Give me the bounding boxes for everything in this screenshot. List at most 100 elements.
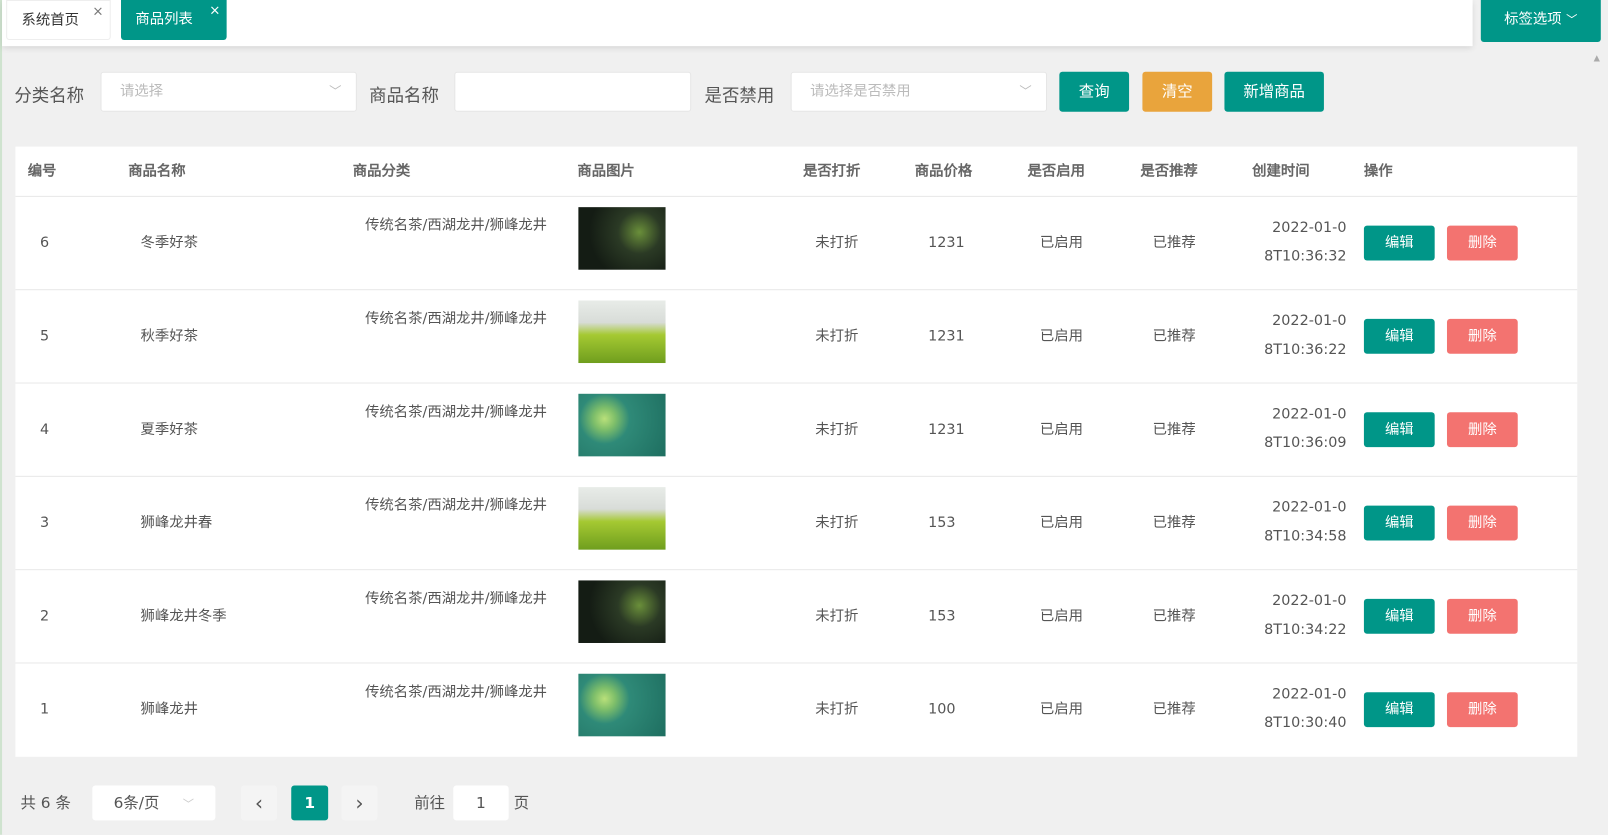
goto-suffix: 页 (513, 793, 530, 813)
created-line-2: 8T10:30:40 (1264, 714, 1347, 732)
cell-price: 153 (928, 514, 956, 532)
header-image: 商品图片 (577, 163, 635, 180)
prev-page-button[interactable]: ‹ (240, 785, 277, 821)
delete-button[interactable]: 删除 (1446, 412, 1518, 448)
tag-options-label: 标签选项 (1504, 11, 1562, 28)
cell-created: 2022-01-0 8T10:36:22 (1236, 307, 1347, 364)
header-actions: 操作 (1363, 163, 1393, 180)
product-image (578, 580, 666, 643)
tab-home[interactable]: 系统首页 × (6, 0, 111, 40)
tab-label: 商品列表 (135, 11, 193, 28)
cell-recommend: 已推荐 (1152, 608, 1196, 625)
query-button[interactable]: 查询 (1059, 71, 1130, 112)
cell-created: 2022-01-0 8T10:30:40 (1236, 680, 1347, 737)
table-row: 3 狮峰龙井春 传统名茶/西湖龙井/狮峰龙井 未打折 153 已启用 已推荐 2… (15, 477, 1578, 571)
cell-recommend: 已推荐 (1152, 514, 1196, 532)
header-discount: 是否打折 (802, 163, 861, 180)
tag-options-button[interactable]: 标签选项 ﹀ (1480, 0, 1601, 43)
table-row: 1 狮峰龙井 传统名茶/西湖龙井/狮峰龙井 未打折 100 已启用 已推荐 20… (15, 663, 1577, 756)
table-row: 2 狮峰龙井冬季 传统名茶/西湖龙井/狮峰龙井 未打折 153 已启用 已推荐 … (15, 570, 1578, 664)
clear-button[interactable]: 清空 (1142, 71, 1213, 112)
goto-page-input[interactable]: 1 (453, 785, 509, 821)
cell-category: 传统名茶/西湖龙井/狮峰龙井 (365, 310, 548, 328)
cell-recommend: 已推荐 (1152, 701, 1196, 718)
header-created: 创建时间 (1252, 163, 1310, 180)
cell-created: 2022-01-0 8T10:36:32 (1236, 213, 1347, 270)
cell-created: 2022-01-0 8T10:34:22 (1236, 587, 1347, 644)
edit-button[interactable]: 编辑 (1363, 598, 1435, 634)
cell-category: 传统名茶/西湖龙井/狮峰龙井 (365, 404, 548, 421)
chevron-down-icon: ﹀ (1019, 84, 1032, 99)
cell-name: 冬季好茶 (140, 234, 198, 252)
category-label: 分类名称 (14, 86, 85, 107)
disabled-select[interactable]: 请选择是否禁用 ﹀ (790, 71, 1048, 112)
edit-button[interactable]: 编辑 (1363, 412, 1435, 448)
cell-recommend: 已推荐 (1152, 234, 1196, 252)
cell-discount: 未打折 (815, 421, 859, 438)
name-input[interactable] (454, 71, 692, 112)
product-image (578, 673, 666, 737)
category-select[interactable]: 请选择 ﹀ (100, 71, 357, 112)
add-product-button[interactable]: 新增商品 (1224, 71, 1324, 112)
delete-button[interactable]: 删除 (1446, 225, 1518, 261)
close-icon[interactable]: × (209, 0, 220, 31)
cell-discount: 未打折 (815, 514, 859, 532)
close-icon[interactable]: × (92, 0, 103, 32)
header-id: 编号 (27, 163, 57, 180)
product-image (578, 207, 666, 270)
header-category: 商品分类 (352, 163, 411, 180)
header-name: 商品名称 (128, 163, 186, 180)
created-line-2: 8T10:36:22 (1264, 341, 1347, 358)
cell-name: 狮峰龙井春 (140, 514, 213, 532)
cell-category: 传统名茶/西湖龙井/狮峰龙井 (365, 590, 548, 608)
table-row: 4 夏季好茶 传统名茶/西湖龙井/狮峰龙井 未打折 1231 已启用 已推荐 2… (15, 384, 1578, 477)
name-label: 商品名称 (369, 86, 439, 107)
cell-category: 传统名茶/西湖龙井/狮峰龙井 (365, 497, 548, 514)
product-image (578, 300, 666, 364)
cell-name: 狮峰龙井冬季 (140, 608, 227, 625)
created-line-2: 8T10:36:09 (1264, 434, 1347, 452)
table-row: 5 秋季好茶 传统名茶/西湖龙井/狮峰龙井 未打折 1231 已启用 已推荐 2… (15, 290, 1578, 384)
header-enabled: 是否启用 (1027, 163, 1085, 180)
page-size-select[interactable]: 6条/页 ﹀ (92, 785, 216, 821)
cell-id: 6 (39, 234, 50, 252)
cell-discount: 未打折 (815, 234, 859, 252)
tab-product-list[interactable]: 商品列表 × (121, 0, 227, 40)
edit-button[interactable]: 编辑 (1363, 505, 1435, 541)
cell-name: 狮峰龙井 (140, 701, 198, 718)
table-row: 6 冬季好茶 传统名茶/西湖龙井/狮峰龙井 未打折 1231 已启用 已推荐 2… (15, 197, 1578, 291)
cell-created: 2022-01-0 8T10:34:58 (1236, 493, 1347, 550)
created-line-1: 2022-01-0 (1272, 406, 1347, 423)
edit-button[interactable]: 编辑 (1363, 692, 1435, 728)
tab-bar: 系统首页 × 商品列表 × (2, 0, 1473, 47)
edit-button[interactable]: 编辑 (1363, 225, 1435, 261)
created-line-2: 8T10:34:22 (1264, 621, 1347, 638)
edit-button[interactable]: 编辑 (1363, 318, 1435, 354)
cell-discount: 未打折 (815, 328, 859, 345)
cell-category: 传统名茶/西湖龙井/狮峰龙井 (365, 684, 548, 701)
chevron-down-icon: ﹀ (329, 84, 342, 99)
page-size-value: 6条/页 (113, 793, 160, 813)
chevron-down-icon: ﹀ (1566, 13, 1578, 27)
created-line-1: 2022-01-0 (1272, 686, 1347, 703)
cell-category: 传统名茶/西湖龙井/狮峰龙井 (365, 217, 548, 234)
scrollbar-up-arrow[interactable]: ▲ (1594, 53, 1600, 62)
page-1-button[interactable]: 1 (291, 785, 329, 821)
delete-button[interactable]: 删除 (1446, 692, 1518, 728)
cell-discount: 未打折 (815, 701, 859, 718)
created-line-2: 8T10:36:32 (1264, 248, 1347, 265)
delete-button[interactable]: 删除 (1446, 318, 1518, 354)
delete-button[interactable]: 删除 (1446, 598, 1518, 634)
cell-enabled: 已启用 (1039, 701, 1083, 718)
cell-name: 夏季好茶 (140, 421, 198, 438)
delete-button[interactable]: 删除 (1446, 505, 1518, 541)
cell-price: 1231 (928, 234, 965, 252)
cell-enabled: 已启用 (1039, 608, 1083, 625)
goto-label: 前往 (414, 793, 446, 813)
cell-price: 1231 (928, 421, 965, 438)
cell-id: 2 (39, 608, 50, 625)
next-page-button[interactable]: › (341, 785, 378, 821)
created-line-1: 2022-01-0 (1272, 499, 1347, 516)
created-line-2: 8T10:34:58 (1264, 528, 1347, 545)
disabled-label: 是否禁用 (704, 86, 775, 107)
